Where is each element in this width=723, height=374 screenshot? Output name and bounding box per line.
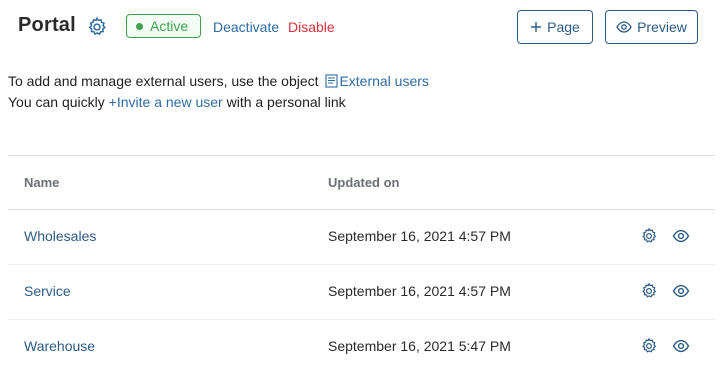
row-settings-button[interactable] — [640, 227, 658, 245]
external-users-link-label: External users — [339, 73, 429, 89]
portal-settings-button[interactable] — [86, 16, 108, 38]
invite-user-link[interactable]: +Invite a new user — [109, 94, 223, 110]
updated-date: September 16, 2021 4:57 PM — [328, 228, 511, 244]
info-line-2-text: You can quickly — [8, 94, 105, 110]
status-dot — [136, 22, 143, 30]
status-label: Active — [150, 18, 189, 34]
page-name-link[interactable]: Service — [24, 283, 71, 299]
external-users-link[interactable]: External users — [322, 73, 429, 89]
add-page-label: Page — [547, 19, 580, 35]
page-name-link[interactable]: Warehouse — [24, 338, 95, 354]
plus-icon — [531, 22, 542, 32]
preview-label: Preview — [637, 19, 687, 35]
gear-icon — [642, 282, 657, 298]
table-header: Name Updated on — [8, 155, 715, 210]
gear-icon — [642, 227, 657, 243]
info-line-2-suffix: with a personal link — [226, 94, 346, 110]
status-badge: Active — [126, 14, 202, 38]
column-header-name[interactable]: Name — [24, 175, 59, 190]
page-name-link[interactable]: Wholesales — [24, 228, 96, 244]
info-line-2: You can quickly +Invite a new user with … — [8, 92, 429, 113]
invite-user-link-label: Invite a new user — [116, 94, 223, 110]
eye-icon — [672, 339, 690, 353]
row-preview-button[interactable] — [672, 337, 690, 355]
add-page-button[interactable]: Page — [517, 10, 593, 44]
info-line-1: To add and manage external users, use th… — [8, 71, 429, 92]
row-preview-button[interactable] — [672, 282, 690, 300]
eye-icon — [672, 284, 690, 298]
column-header-updated[interactable]: Updated on — [328, 175, 400, 190]
deactivate-button[interactable]: Deactivate — [213, 19, 279, 35]
document-icon — [325, 74, 338, 88]
info-text: To add and manage external users, use th… — [8, 71, 429, 113]
row-settings-button[interactable] — [640, 282, 658, 300]
page-title: Portal — [18, 14, 76, 36]
pages-table: Name Updated on Wholesales September 16,… — [8, 155, 715, 374]
row-settings-button[interactable] — [640, 337, 658, 355]
updated-date: September 16, 2021 5:47 PM — [328, 338, 511, 354]
disable-button[interactable]: Disable — [288, 19, 335, 35]
gear-icon — [88, 16, 106, 36]
page-header: Portal Active Deactivate Disable Page Pr… — [0, 0, 723, 55]
table-row: Service September 16, 2021 4:57 PM — [8, 265, 715, 320]
table-row: Wholesales September 16, 2021 4:57 PM — [8, 210, 715, 265]
row-preview-button[interactable] — [672, 227, 690, 245]
preview-button[interactable]: Preview — [605, 10, 698, 44]
gear-icon — [642, 337, 657, 353]
eye-icon — [616, 21, 632, 33]
eye-icon — [672, 229, 690, 243]
table-row: Warehouse September 16, 2021 5:47 PM — [8, 320, 715, 374]
info-line-1-text: To add and manage external users, use th… — [8, 73, 319, 89]
updated-date: September 16, 2021 4:57 PM — [328, 283, 511, 299]
